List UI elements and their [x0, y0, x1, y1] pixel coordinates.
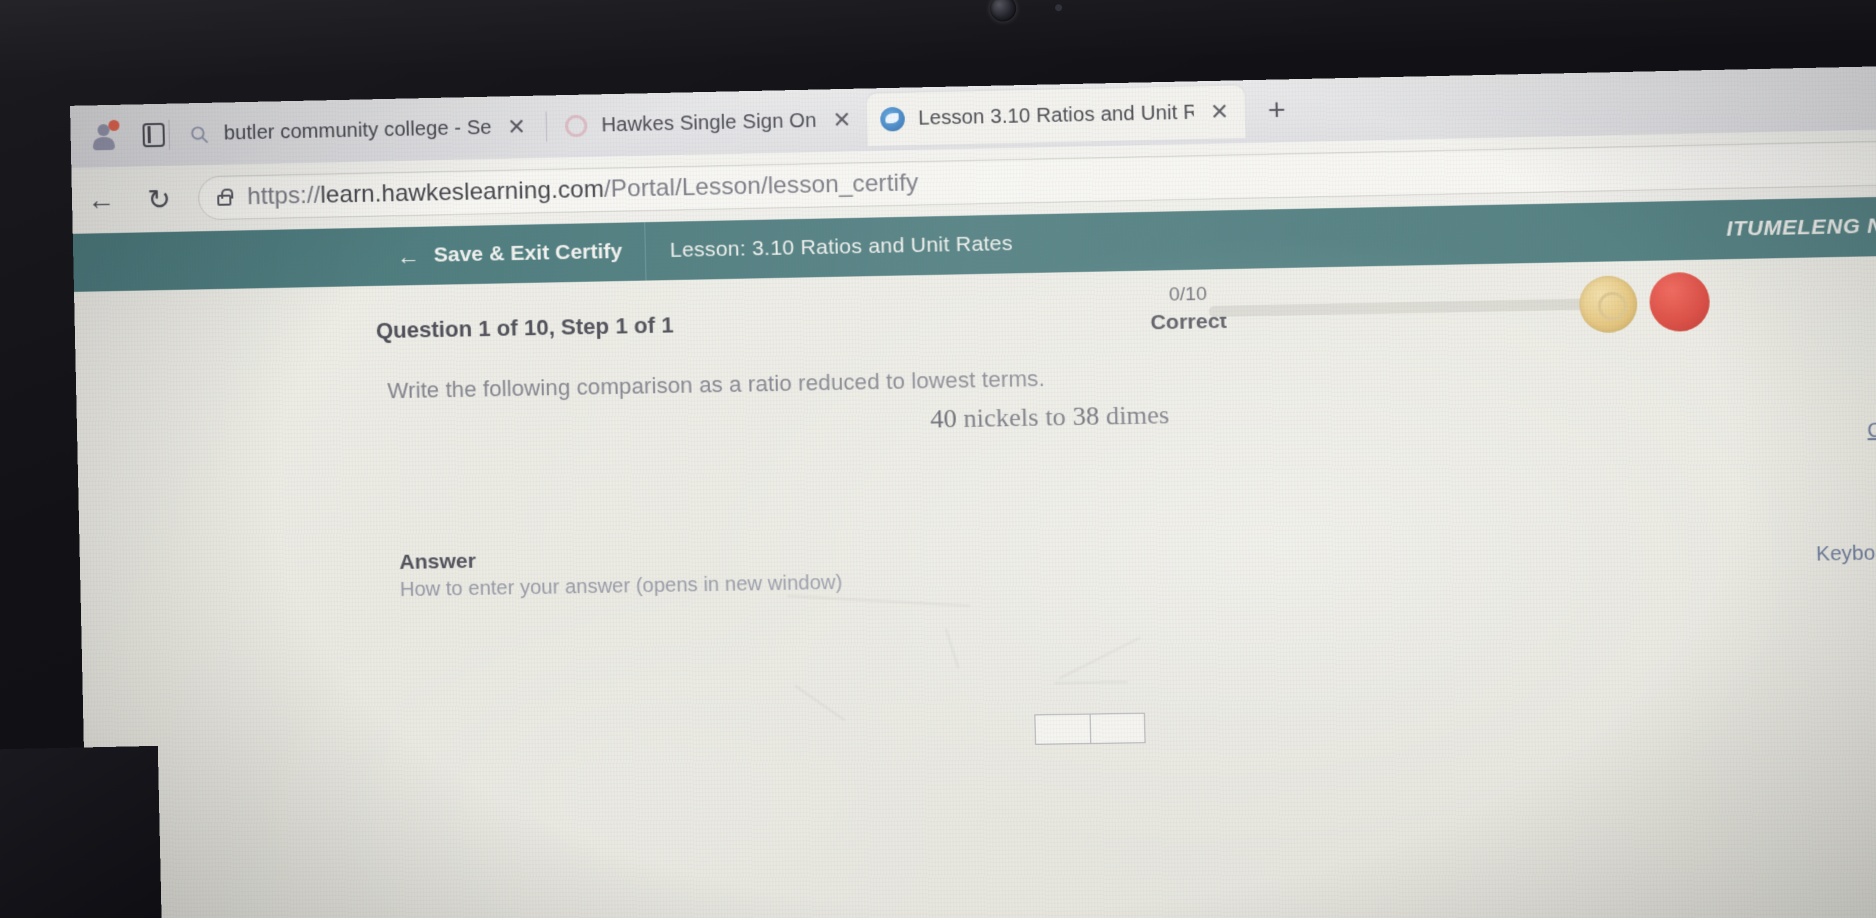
laptop-screen: butler community college - Searc ✕ Hawke…	[69, 63, 1876, 918]
screen-smudge	[1057, 636, 1142, 681]
keyboard-shortcuts-link[interactable]: Keyboard Shortcuts	[1816, 540, 1876, 567]
screen-smudge	[944, 627, 960, 670]
url-host: learn.hawkeslearning.com	[320, 175, 605, 209]
tab-title: Hawkes Single Sign On	[601, 109, 817, 137]
answer-help-link[interactable]: How to enter your answer (opens in new w…	[400, 572, 843, 602]
screen-smudge	[1053, 680, 1128, 685]
reload-button[interactable]: ↻	[130, 182, 189, 216]
expression-unit: dimes	[1105, 399, 1170, 431]
tab-title: butler community college - Searc	[223, 116, 492, 145]
save-exit-certify-button[interactable]: ← Save & Exit Certify	[373, 222, 647, 286]
chrome-left-icons	[70, 119, 165, 151]
back-button[interactable]: ←	[72, 184, 131, 217]
laptop-bezel: butler community college - Searc ✕ Hawke…	[0, 0, 1876, 918]
close-icon[interactable]: ✕	[828, 107, 855, 133]
user-name: ITUMELENG NGXABAZI	[1726, 212, 1876, 241]
expression-text: nickels to	[963, 401, 1067, 434]
tab-title: Lesson 3.10 Ratios and Unit Rates	[917, 101, 1195, 130]
url-path: /Portal/Lesson/lesson_certify	[603, 169, 919, 203]
screen-smudge	[793, 684, 846, 722]
back-arrow-icon: ←	[396, 242, 420, 269]
answer-input[interactable]	[1034, 712, 1146, 745]
expression-second-number: 38	[1072, 401, 1100, 432]
hawkes-faded-icon	[563, 113, 590, 140]
save-exit-label: Save & Exit Certify	[433, 239, 623, 267]
lesson-title: Lesson: 3.10 Ratios and Unit Rates	[669, 231, 1013, 262]
answer-numerator-cell[interactable]	[1035, 714, 1091, 744]
math-expression: 40 nickels to 38 dimes	[930, 400, 1170, 435]
tab-divider	[545, 111, 548, 142]
lesson-content: Question 1 of 10, Step 1 of 1 0/10 Corre…	[74, 253, 1876, 918]
laptop-device: butler community college - Searc ✕ Hawke…	[0, 0, 1876, 918]
close-icon[interactable]: ✕	[1206, 99, 1233, 125]
close-icon[interactable]: ✕	[503, 114, 530, 140]
profile-icon[interactable]	[92, 119, 120, 151]
lock-icon	[217, 194, 232, 206]
question-prompt: Write the following comparison as a rati…	[387, 365, 1046, 404]
laptop-chin	[0, 745, 163, 918]
address-bar-url: https://learn.hawkeslearning.com/Portal/…	[247, 169, 919, 211]
browser-tab-butler-search[interactable]: butler community college - Searc ✕	[173, 104, 542, 158]
help-button[interactable]	[1648, 271, 1711, 332]
screenshot-root: butler community college - Searc ✕ Hawke…	[0, 0, 1876, 918]
avatar[interactable]	[1578, 275, 1638, 334]
conversion-tip-link[interactable]: Conversion Tip	[1867, 417, 1876, 443]
tab-list-icon[interactable]	[142, 122, 165, 148]
answer-heading: Answer	[399, 549, 477, 574]
hawkes-bird-icon	[879, 106, 906, 133]
screen-smudge	[786, 594, 971, 608]
search-icon	[185, 121, 212, 148]
question-progress: Question 1 of 10, Step 1 of 1	[375, 312, 674, 344]
browser-tab-hawkes-sso[interactable]: Hawkes Single Sign On ✕	[550, 97, 868, 150]
tab-divider	[168, 119, 171, 150]
answer-denominator-cell[interactable]	[1090, 714, 1144, 743]
url-scheme: https://	[247, 181, 321, 211]
browser-tab-lesson-active[interactable]: Lesson 3.10 Ratios and Unit Rates ✕	[866, 85, 1246, 146]
header-spacer	[73, 228, 375, 292]
new-tab-button[interactable]: +	[1245, 93, 1309, 129]
expression-first-number: 40	[929, 403, 958, 434]
